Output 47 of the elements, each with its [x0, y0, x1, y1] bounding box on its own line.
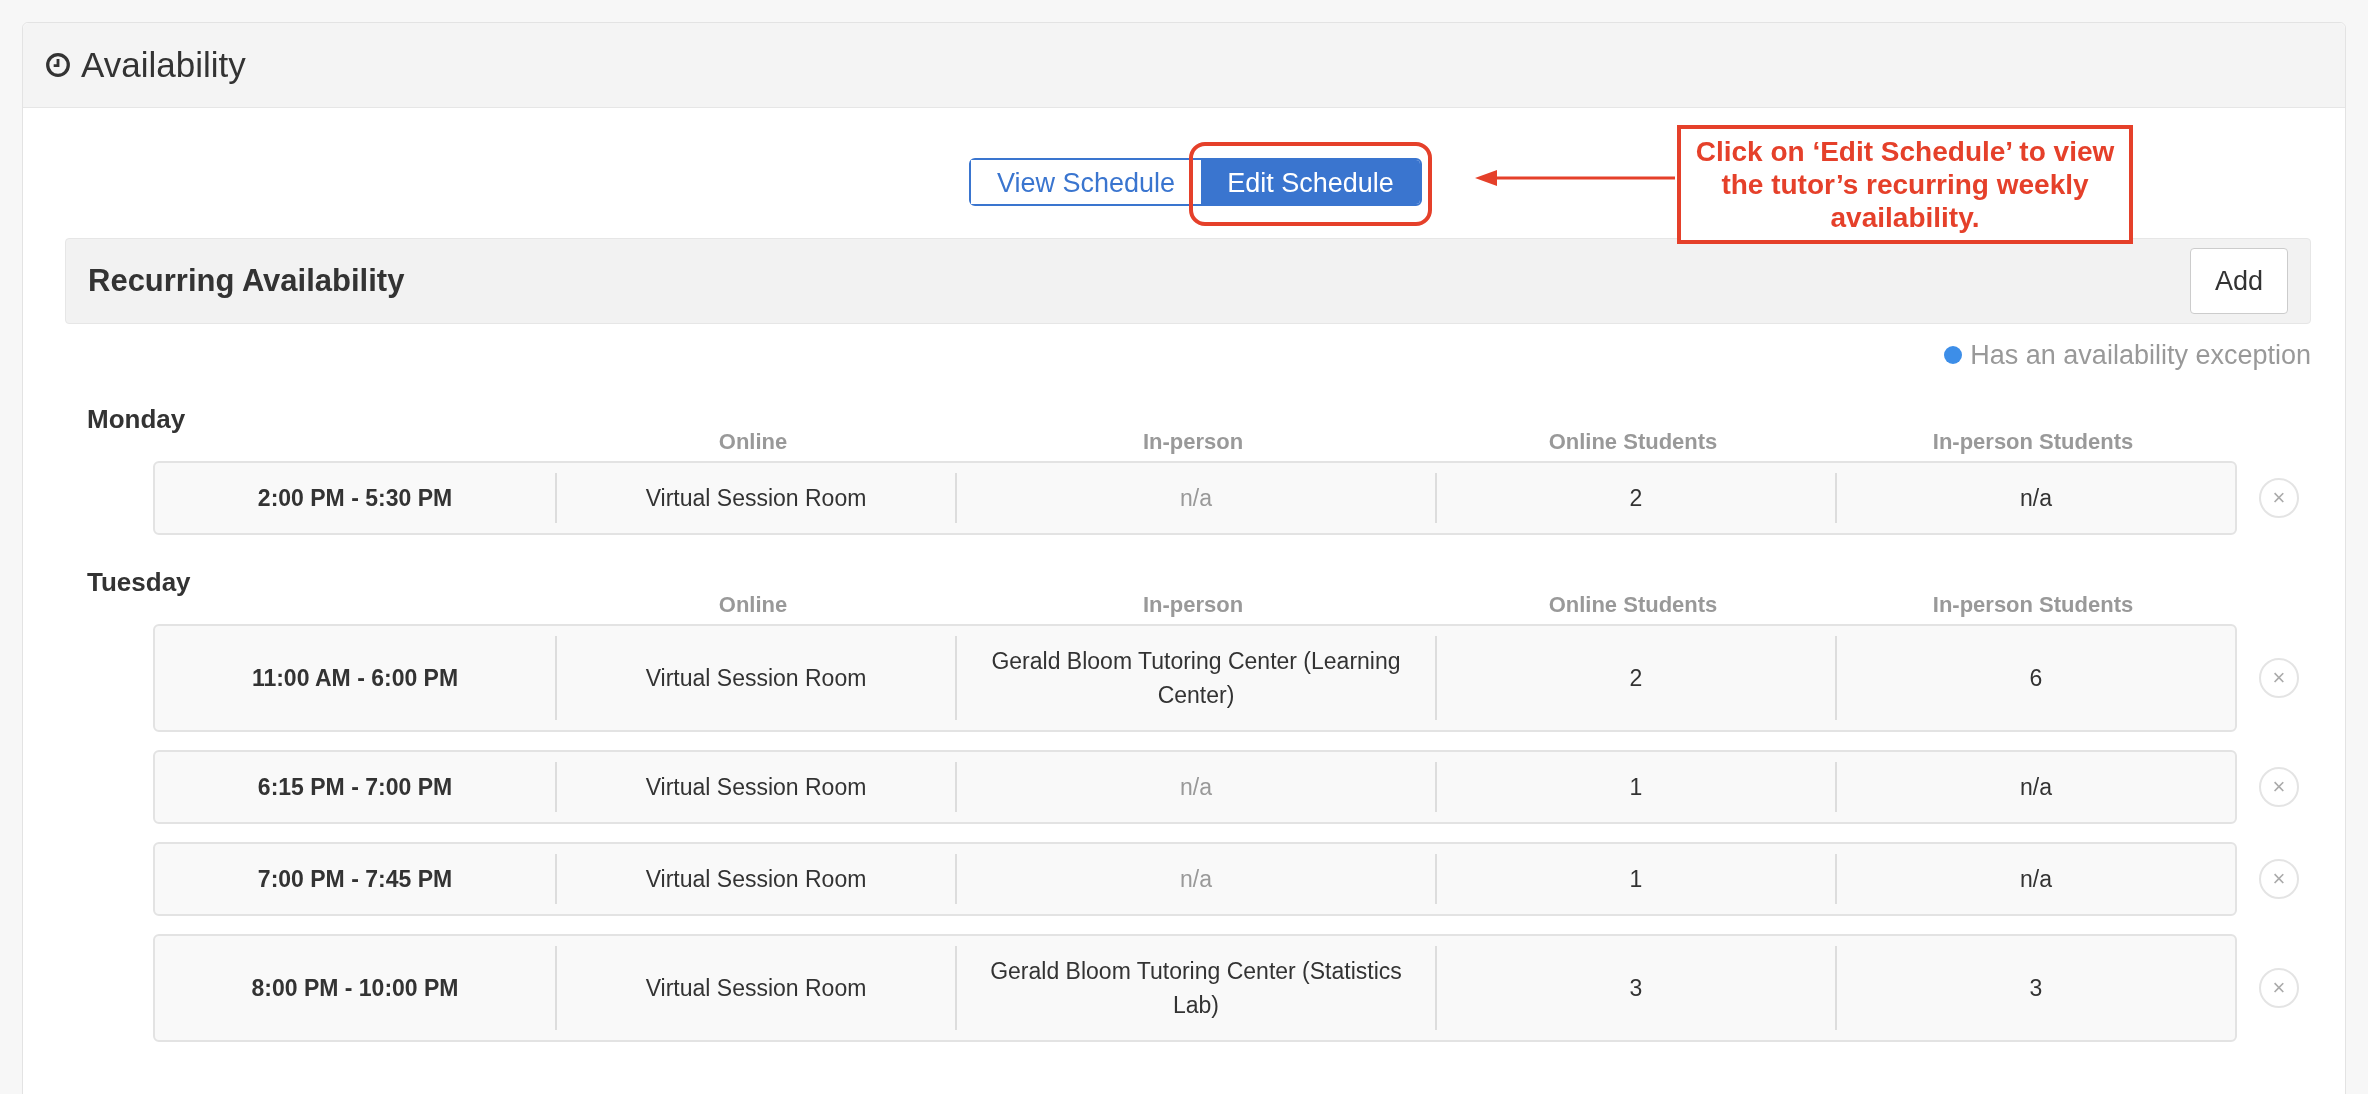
table-cell-text: n/a: [1180, 865, 1212, 894]
table-cell-text: n/a: [2020, 773, 2052, 802]
table-cell-text: Virtual Session Room: [645, 484, 867, 513]
table-cell-text: 1: [1629, 773, 1643, 802]
panel-title: Availability: [81, 45, 246, 85]
table-cell-text: n/a: [2020, 865, 2052, 894]
table-cell-text: 6: [2029, 664, 2043, 693]
table-cell-text: n/a: [2020, 484, 2052, 513]
table-cell-text: Gerald Bloom Tutoring Center (Learning Center): [990, 647, 1402, 710]
column-header: In-person Students: [1931, 429, 2135, 455]
time-range: 6:15 PM - 7:00 PM: [257, 773, 453, 802]
table-cell-text: Virtual Session Room: [645, 974, 867, 1003]
column-header: In-person: [1141, 592, 1245, 618]
time-range: 8:00 PM - 10:00 PM: [251, 974, 459, 1003]
section-title: Recurring Availability: [88, 263, 405, 299]
day-heading: Tuesday: [86, 567, 192, 598]
column-header: Online Students: [1547, 592, 1719, 618]
table-cell-text: 3: [2029, 974, 2043, 1003]
remove-button[interactable]: ×: [2259, 658, 2299, 698]
column-header: Online: [717, 429, 789, 455]
callout-note: Click on ‘Edit Schedule’ to view the tutor’s recurring weekly availability.: [1677, 125, 2133, 244]
table-cell-text: 2: [1629, 664, 1643, 693]
table-cell-text: n/a: [1180, 484, 1212, 513]
time-range: 2:00 PM - 5:30 PM: [257, 484, 453, 513]
table-cell-text: Virtual Session Room: [645, 773, 867, 802]
remove-button[interactable]: ×: [2259, 478, 2299, 518]
column-header: In-person: [1141, 429, 1245, 455]
table-cell-text: 3: [1629, 974, 1643, 1003]
time-range: 7:00 PM - 7:45 PM: [257, 865, 453, 894]
table-cell-text: Gerald Bloom Tutoring Center (Statistics Lab): [989, 957, 1403, 1020]
clock-icon: [45, 52, 71, 78]
add-button[interactable]: Add: [2189, 248, 2288, 314]
table-cell-text: Virtual Session Room: [645, 664, 867, 693]
legend-text: Has an availability exception: [1970, 339, 2311, 371]
table-cell-text: n/a: [1180, 773, 1212, 802]
column-header: In-person Students: [1931, 592, 2135, 618]
day-heading: Monday: [86, 404, 187, 435]
remove-button[interactable]: ×: [2259, 767, 2299, 807]
table-cell-text: Virtual Session Room: [645, 865, 867, 894]
remove-button[interactable]: ×: [2259, 968, 2299, 1008]
remove-button[interactable]: ×: [2259, 859, 2299, 899]
table-cell-text: 2: [1629, 484, 1643, 513]
column-header: Online Students: [1547, 429, 1719, 455]
schedule-tab[interactable]: Edit Schedule: [1201, 160, 1420, 204]
time-range: 11:00 AM - 6:00 PM: [251, 664, 459, 693]
table-cell-text: 1: [1629, 865, 1643, 894]
column-header: Online: [717, 592, 789, 618]
